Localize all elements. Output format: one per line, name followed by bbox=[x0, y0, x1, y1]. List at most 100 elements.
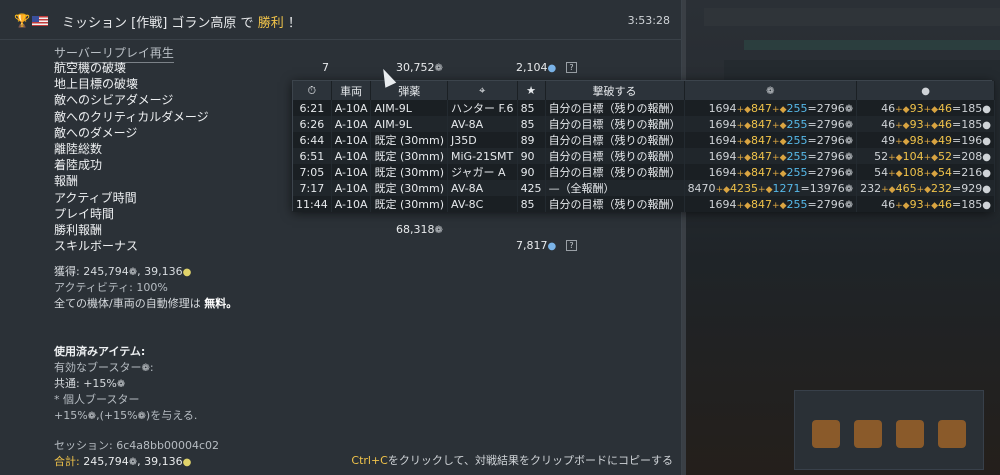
reward-row: 勝利報酬 68,318❁ bbox=[54, 222, 443, 237]
rp-breakdown: 46+◆93+◆46=185● bbox=[856, 196, 995, 212]
target-name: ハンター F.6 bbox=[447, 100, 518, 116]
usa-flag-icon bbox=[32, 16, 48, 26]
silver-lions-breakdown: 1694+◆847+◆255=2796❁ bbox=[684, 116, 858, 132]
ammo-name: AIM-9L bbox=[370, 116, 448, 132]
silver-lion-icon: ❁ bbox=[128, 267, 138, 278]
table-row: 7:05 A-10A 既定 (30mm) ジャガー A 90 自分の目標（残りの報酬） 16… bbox=[293, 164, 995, 180]
target-name: AV-8A bbox=[447, 116, 518, 132]
bg-icon bbox=[896, 420, 924, 448]
kill-reason: 自分の目標（残りの報酬） bbox=[545, 132, 685, 148]
kill-detail-tooltip: ⏱ 車両 弾薬 ⌖ ★ 撃破する ❁ ● 6:21 A-10A AIM-9L ハンター… bbox=[292, 80, 995, 212]
reward-row: アクティブ時間 bbox=[54, 190, 137, 205]
score-value: 85 bbox=[517, 196, 546, 212]
target-name: AV-8A bbox=[447, 180, 518, 196]
mission-time: 3:53:28 bbox=[627, 14, 670, 27]
target-name: ジャガー A bbox=[447, 164, 518, 180]
vehicle-name: A-10A bbox=[331, 180, 372, 196]
copy-hint: Ctrl+Cをクリックして、対戦結果をクリップボードにコピーする bbox=[351, 454, 673, 467]
table-row: 6:51 A-10A 既定 (30mm) MiG-21SMT 90 自分の目標（残りの報酬… bbox=[293, 148, 995, 164]
score-value: 90 bbox=[517, 148, 546, 164]
used-items-header: 使用済みアイテム: bbox=[54, 345, 146, 358]
silver-lion-icon: ❁ bbox=[434, 63, 443, 74]
reward-row: 敵へのシビアダメージ bbox=[54, 93, 174, 108]
kill-time: 6:26 bbox=[293, 116, 332, 132]
time-col-icon: ⏱ bbox=[293, 81, 332, 100]
ammo-name: 既定 (30mm) bbox=[370, 148, 448, 164]
silver-lions-breakdown: 1694+◆847+◆255=2796❁ bbox=[684, 164, 858, 180]
bg-icon bbox=[812, 420, 840, 448]
table-row: 6:44 A-10A 既定 (30mm) J35D 89 自分の目標（残りの報酬） 1694… bbox=[293, 132, 995, 148]
kill-time: 6:44 bbox=[293, 132, 332, 148]
bg-icon bbox=[854, 420, 882, 448]
silver-lions-col-icon: ❁ bbox=[684, 81, 858, 100]
target-col-icon: ⌖ bbox=[447, 81, 518, 100]
table-row: 6:21 A-10A AIM-9L ハンター F.6 85 自分の目標（残りの報酬） 169… bbox=[293, 100, 995, 116]
kill-time: 7:17 bbox=[293, 180, 332, 196]
rp-col-icon: ● bbox=[856, 81, 995, 100]
reward-row: 敵へのクリティカルダメージ bbox=[54, 109, 209, 124]
reason-col-header: 撃破する bbox=[545, 81, 685, 100]
vehicle-name: A-10A bbox=[331, 164, 372, 180]
table-row: 7:17 A-10A 既定 (30mm) AV-8A 425 —（全報酬） 8470+◆42… bbox=[293, 180, 995, 196]
table-row: 11:44 A-10A 既定 (30mm) AV-8C 85 自分の目標（残りの報酬） 16… bbox=[293, 196, 995, 212]
rp-breakdown: 232+◆465+◆232=929● bbox=[856, 180, 995, 196]
vehicle-name: A-10A bbox=[331, 116, 372, 132]
table-row: 6:26 A-10A AIM-9L AV-8A 85 自分の目標（残りの報酬） 1694+◆… bbox=[293, 116, 995, 132]
vehicle-name: A-10A bbox=[331, 132, 372, 148]
common-booster: 共通: +15%❁ bbox=[54, 377, 126, 390]
bg-icon bbox=[938, 420, 966, 448]
ammo-name: AIM-9L bbox=[370, 100, 448, 116]
reward-row: スキルボーナス 7,817● ? bbox=[54, 238, 577, 254]
help-icon[interactable]: ? bbox=[566, 240, 577, 252]
score-value: 425 bbox=[517, 180, 546, 196]
ammo-name: 既定 (30mm) bbox=[370, 132, 448, 148]
trophy-icon: 🏆 bbox=[14, 14, 31, 29]
rp-breakdown: 46+◆93+◆46=185● bbox=[856, 100, 995, 116]
mission-title: ミッション [作戦] ゴラン高原 で 勝利 ！ bbox=[62, 16, 301, 31]
rp-breakdown: 54+◆108+◆54=216● bbox=[856, 164, 995, 180]
repair-text: 全ての機体/車両の自動修理は 無料。 bbox=[54, 297, 238, 310]
vehicle-name: A-10A bbox=[331, 196, 372, 212]
session-id: セッション: 6c4a8bb00004c02 bbox=[54, 439, 219, 452]
research-point-icon: ● bbox=[547, 241, 557, 253]
reward-row: 航空機の破壊 7 30,752❁ 2,104● ? bbox=[54, 60, 577, 76]
reward-row: 離陸総数 bbox=[54, 141, 103, 156]
ammo-name: 既定 (30mm) bbox=[370, 180, 448, 196]
rp-breakdown: 49+◆98+◆49=196● bbox=[856, 132, 995, 148]
silver-lions-breakdown: 1694+◆847+◆255=2796❁ bbox=[684, 148, 858, 164]
bulb-icon: ● bbox=[182, 457, 192, 468]
target-name: AV-8C bbox=[447, 196, 518, 212]
silver-lions-breakdown: 1694+◆847+◆255=2796❁ bbox=[684, 132, 858, 148]
kill-reason: —（全報酬） bbox=[545, 180, 685, 196]
personal-booster: * 個人ブースター bbox=[54, 393, 140, 406]
silver-lions-breakdown: 1694+◆847+◆255=2796❁ bbox=[684, 100, 858, 116]
vehicle-col-header: 車両 bbox=[331, 81, 372, 100]
silver-lion-icon: ❁ bbox=[141, 363, 150, 374]
ammo-name: 既定 (30mm) bbox=[370, 196, 448, 212]
vehicle-name: A-10A bbox=[331, 148, 372, 164]
target-name: J35D bbox=[447, 132, 518, 148]
kill-reason: 自分の目標（残りの報酬） bbox=[545, 116, 685, 132]
booster-gives: +15%❁,(+15%❁)を与える. bbox=[54, 409, 198, 422]
silver-lion-icon: ❁ bbox=[434, 224, 443, 236]
rp-breakdown: 52+◆104+◆52=208● bbox=[856, 148, 995, 164]
ammo-name: 既定 (30mm) bbox=[370, 164, 448, 180]
kill-reason: 自分の目標（残りの報酬） bbox=[545, 148, 685, 164]
reward-row: 報酬 bbox=[54, 174, 79, 189]
silver-lions-breakdown: 1694+◆847+◆255=2796❁ bbox=[684, 196, 858, 212]
kill-time: 6:21 bbox=[293, 100, 332, 116]
help-icon[interactable]: ? bbox=[566, 62, 577, 73]
bg-block bbox=[744, 40, 1000, 50]
score-value: 89 bbox=[517, 132, 546, 148]
reward-row: 敵へのダメージ bbox=[54, 125, 138, 140]
kill-reason: 自分の目標（残りの報酬） bbox=[545, 196, 685, 212]
kill-reason: 自分の目標（残りの報酬） bbox=[545, 100, 685, 116]
kill-time: 6:51 bbox=[293, 148, 332, 164]
panel-scrollbar[interactable] bbox=[682, 0, 686, 475]
silver-lion-icon: ❁ bbox=[128, 457, 138, 468]
ammo-col-header: 弾薬 bbox=[370, 81, 448, 100]
kill-time: 7:05 bbox=[293, 164, 332, 180]
score-value: 90 bbox=[517, 164, 546, 180]
panel-header: 🏆 ミッション [作戦] ゴラン高原 で 勝利 ！ 3:53:28 bbox=[0, 0, 682, 40]
silver-lion-icon: ❁ bbox=[116, 379, 126, 390]
